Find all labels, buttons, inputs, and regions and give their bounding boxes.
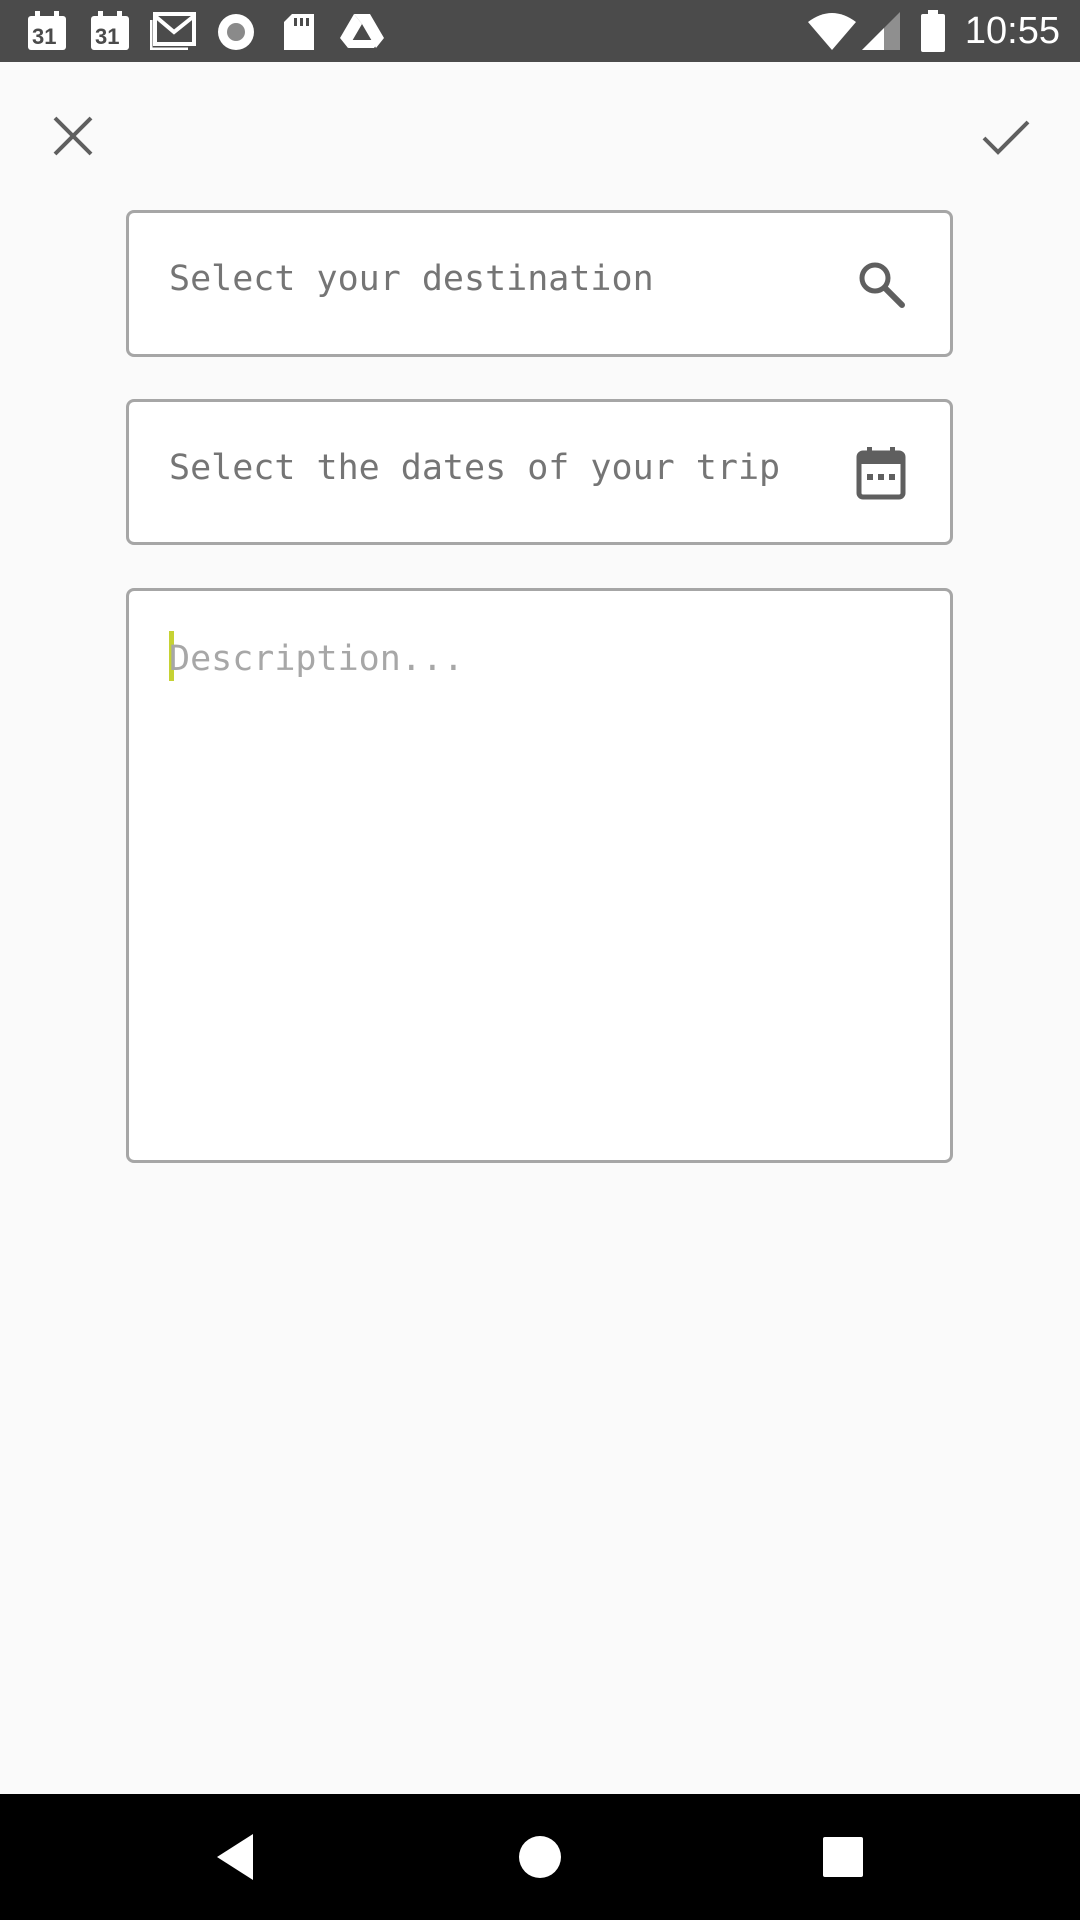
- record-icon: [216, 12, 256, 57]
- cell-signal-icon: [862, 12, 902, 57]
- trip-dates-field[interactable]: Select the dates of your trip: [126, 399, 953, 545]
- calendar-day: 31: [95, 24, 120, 49]
- confirm-button[interactable]: [970, 100, 1042, 172]
- battery-icon: [920, 10, 946, 57]
- sd-card-icon: [282, 12, 316, 57]
- search-icon[interactable]: [856, 259, 906, 314]
- close-icon: [53, 116, 93, 156]
- calendar-icon: 31: [89, 10, 131, 57]
- drive-icon: [340, 12, 384, 55]
- destination-field[interactable]: Select your destination: [126, 210, 953, 357]
- description-textarea[interactable]: Description...: [126, 588, 953, 1163]
- navigation-bar: [0, 1794, 1080, 1920]
- back-button[interactable]: [203, 1824, 269, 1890]
- status-time: 10:55: [964, 10, 1060, 52]
- status-bar: 31 31 10:55: [0, 0, 1080, 62]
- calendar-picker-icon[interactable]: [856, 446, 906, 505]
- recents-button[interactable]: [810, 1824, 876, 1890]
- description-placeholder: Description...: [169, 639, 465, 679]
- back-icon: [217, 1834, 253, 1880]
- recents-icon: [823, 1837, 863, 1877]
- gmail-icon: [149, 12, 196, 55]
- calendar-day: 31: [32, 24, 57, 49]
- trip-dates-placeholder: Select the dates of your trip: [169, 448, 781, 488]
- calendar-icon: 31: [26, 10, 68, 57]
- home-button[interactable]: [507, 1824, 573, 1890]
- destination-placeholder: Select your destination: [169, 259, 654, 299]
- wifi-icon: [808, 12, 856, 57]
- close-button[interactable]: [37, 100, 109, 172]
- check-icon: [982, 120, 1030, 155]
- home-icon: [519, 1836, 561, 1878]
